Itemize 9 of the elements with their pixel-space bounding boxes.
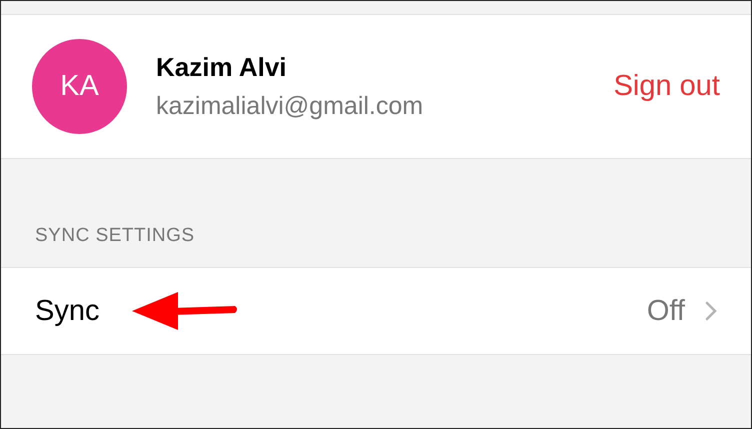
avatar: KA <box>32 39 127 134</box>
row-label: Sync <box>35 296 100 326</box>
account-name: Kazim Alvi <box>156 54 288 80</box>
settings-row[interactable]: Sync Off <box>1 267 751 355</box>
sign-out-link[interactable]: Sign out <box>614 72 720 101</box>
section-header: SYNC SETTINGS <box>34 226 196 245</box>
row-value: Off <box>646 296 685 326</box>
chevron-icon <box>705 301 717 321</box>
account-email: kazimalialvi@gmail.com <box>156 94 424 119</box>
